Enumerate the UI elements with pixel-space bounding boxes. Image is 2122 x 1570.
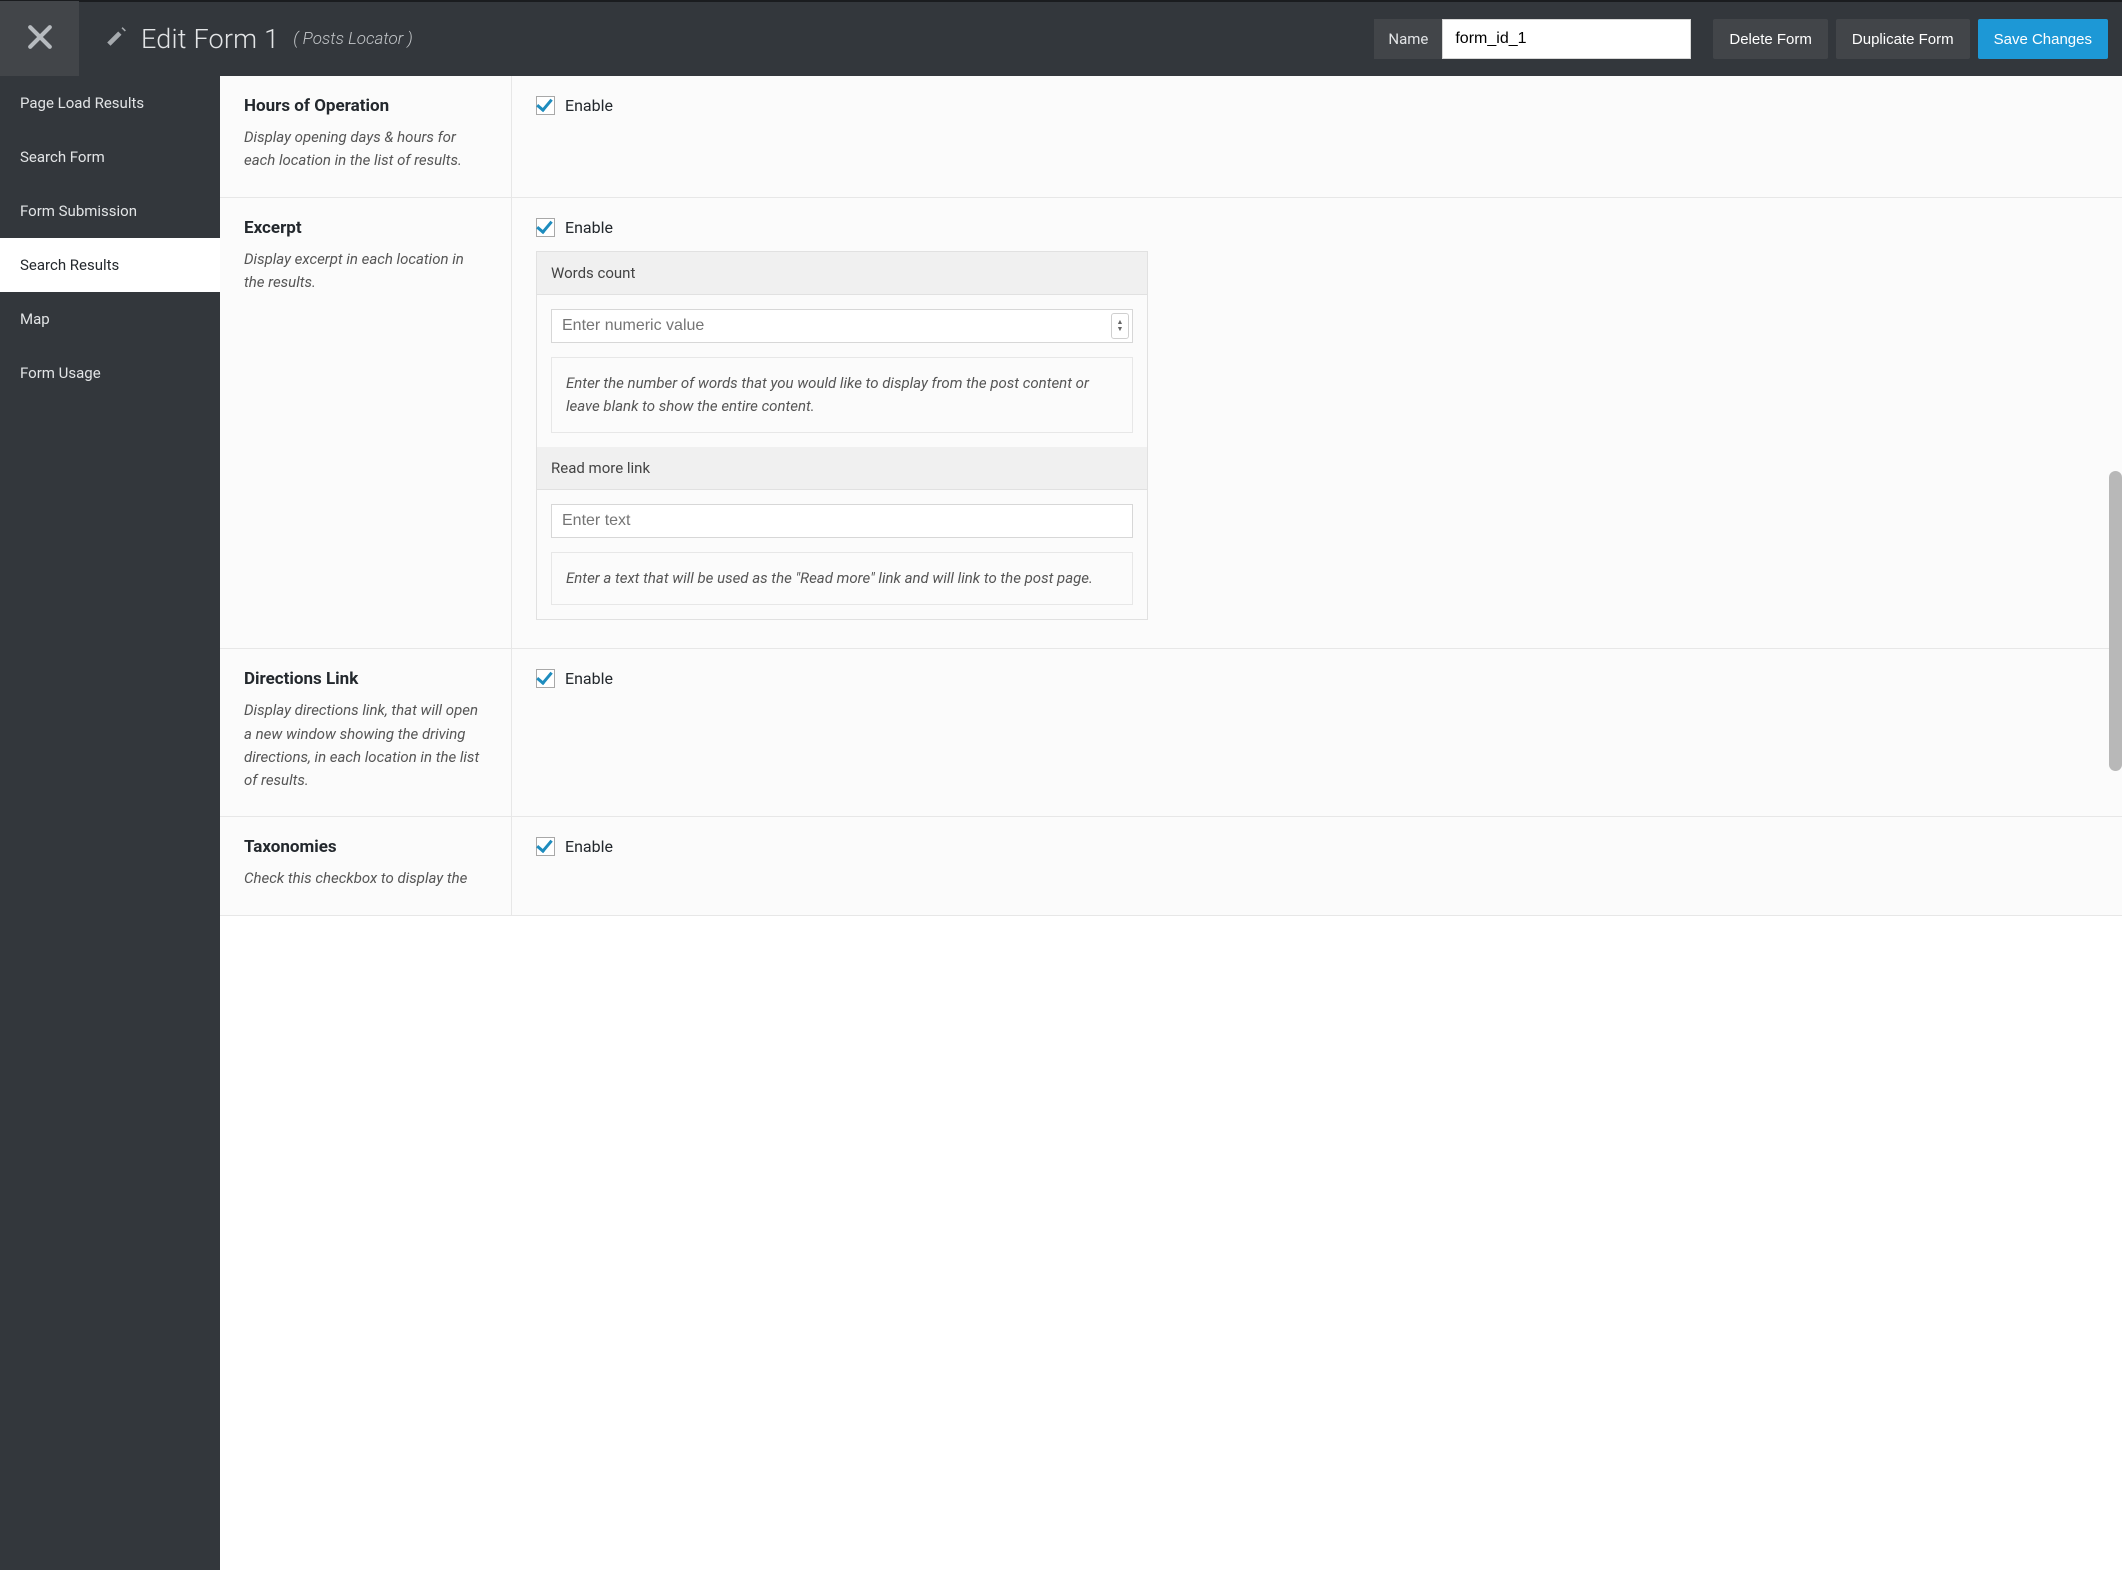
sidebar-item-search-form[interactable]: Search Form xyxy=(0,130,220,184)
sidebar-item-form-usage[interactable]: Form Usage xyxy=(0,346,220,400)
sidebar-item-page-load-results[interactable]: Page Load Results xyxy=(0,76,220,130)
readmore-help: Enter a text that will be used as the "R… xyxy=(551,552,1133,605)
sidebar-item-map[interactable]: Map xyxy=(0,292,220,346)
enable-wrap[interactable]: Enable xyxy=(536,669,2098,688)
setting-title: Excerpt xyxy=(244,218,487,238)
setting-desc: Display directions link, that will open … xyxy=(244,699,487,792)
page-title: Edit Form 1 xyxy=(141,23,279,55)
enable-wrap[interactable]: Enable xyxy=(536,218,2098,237)
top-bar: Edit Form 1 ( Posts Locator ) Name Delet… xyxy=(0,0,2122,76)
row-hours: Hours of Operation Display opening days … xyxy=(220,76,2122,198)
row-left: Directions Link Display directions link,… xyxy=(220,649,512,816)
form-name-label: Name xyxy=(1374,30,1442,48)
sidebar-item-label: Map xyxy=(20,310,50,328)
close-icon xyxy=(26,23,54,55)
sidebar-item-label: Form Usage xyxy=(20,364,101,382)
row-excerpt: Excerpt Display excerpt in each location… xyxy=(220,198,2122,650)
enable-checkbox[interactable] xyxy=(536,218,555,237)
sidebar-item-label: Form Submission xyxy=(20,202,137,220)
setting-desc: Display opening days & hours for each lo… xyxy=(244,126,487,173)
sidebar: Page Load Results Search Form Form Submi… xyxy=(0,76,220,1570)
enable-label: Enable xyxy=(565,837,613,856)
enable-checkbox[interactable] xyxy=(536,669,555,688)
setting-title: Hours of Operation xyxy=(244,96,487,116)
enable-label: Enable xyxy=(565,218,613,237)
setting-desc: Check this checkbox to display the xyxy=(244,867,487,890)
row-right: Enable xyxy=(512,817,2122,914)
setting-title: Directions Link xyxy=(244,669,487,689)
words-count-heading: Words count xyxy=(537,252,1147,295)
row-left: Taxonomies Check this checkbox to displa… xyxy=(220,817,512,914)
readmore-heading: Read more link xyxy=(537,447,1147,490)
sidebar-item-label: Search Results xyxy=(20,256,119,274)
readmore-input[interactable] xyxy=(551,504,1133,538)
page-subtitle: ( Posts Locator ) xyxy=(293,29,412,49)
enable-checkbox[interactable] xyxy=(536,96,555,115)
row-taxonomies: Taxonomies Check this checkbox to displa… xyxy=(220,817,2122,915)
scrollbar[interactable] xyxy=(2109,471,2122,771)
delete-form-button[interactable]: Delete Form xyxy=(1713,19,1828,59)
edit-icon xyxy=(105,26,127,52)
save-changes-button[interactable]: Save Changes xyxy=(1978,19,2108,59)
row-left: Excerpt Display excerpt in each location… xyxy=(220,198,512,649)
words-count-help: Enter the number of words that you would… xyxy=(551,357,1133,434)
row-right: Enable xyxy=(512,76,2122,197)
row-right: Enable xyxy=(512,649,2122,816)
sidebar-item-form-submission[interactable]: Form Submission xyxy=(0,184,220,238)
enable-checkbox[interactable] xyxy=(536,837,555,856)
duplicate-form-button[interactable]: Duplicate Form xyxy=(1836,19,1970,59)
enable-label: Enable xyxy=(565,669,613,688)
words-count-input[interactable] xyxy=(551,309,1133,343)
enable-label: Enable xyxy=(565,96,613,115)
close-button[interactable] xyxy=(0,1,79,77)
form-name-wrap: Name xyxy=(1374,19,1691,59)
row-right: Enable Words count ▲▼ Enter the number o… xyxy=(512,198,2122,649)
setting-title: Taxonomies xyxy=(244,837,487,857)
enable-wrap[interactable]: Enable xyxy=(536,96,2098,115)
sidebar-item-label: Page Load Results xyxy=(20,94,144,112)
content[interactable]: Hours of Operation Display opening days … xyxy=(220,76,2122,1570)
enable-wrap[interactable]: Enable xyxy=(536,837,2098,856)
sidebar-item-search-results[interactable]: Search Results xyxy=(0,238,220,292)
sidebar-item-label: Search Form xyxy=(20,148,105,166)
number-stepper-icon[interactable]: ▲▼ xyxy=(1111,313,1129,339)
setting-desc: Display excerpt in each location in the … xyxy=(244,248,487,295)
form-name-input[interactable] xyxy=(1442,19,1691,59)
page-title-wrap: Edit Form 1 ( Posts Locator ) xyxy=(79,23,1374,55)
main: Page Load Results Search Form Form Submi… xyxy=(0,76,2122,1570)
row-directions: Directions Link Display directions link,… xyxy=(220,649,2122,817)
row-left: Hours of Operation Display opening days … xyxy=(220,76,512,197)
words-count-panel: Words count ▲▼ Enter the number of words… xyxy=(536,251,1148,621)
